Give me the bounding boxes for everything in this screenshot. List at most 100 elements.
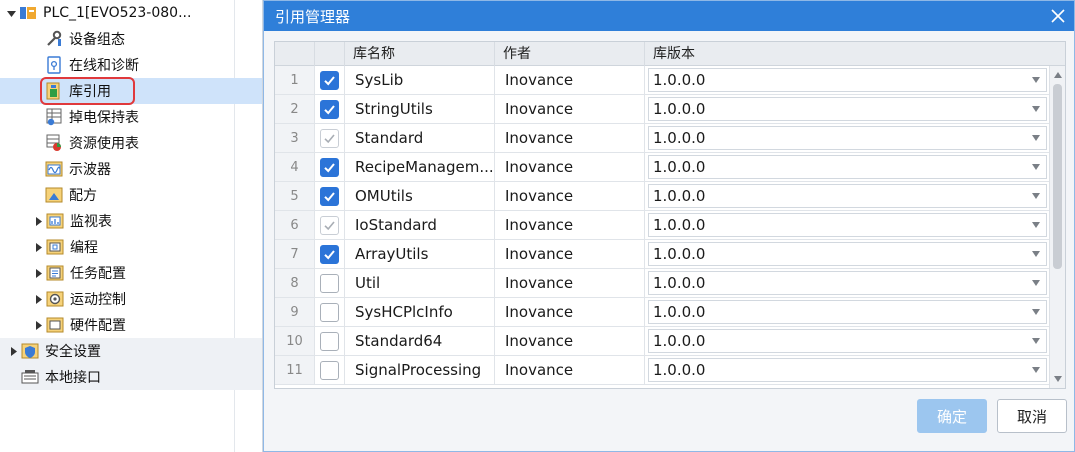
dropdown-arrow-icon[interactable] — [1032, 367, 1040, 373]
expand-right-icon[interactable] — [33, 294, 43, 304]
tree-item-task-config[interactable]: 任务配置 — [0, 260, 262, 286]
header-author[interactable]: 作者 — [495, 42, 645, 66]
version-dropdown[interactable]: 1.0.0.0 — [648, 126, 1047, 150]
library-checkbox[interactable] — [320, 302, 339, 322]
dropdown-arrow-icon[interactable] — [1032, 193, 1040, 199]
version-dropdown[interactable]: 1.0.0.0 — [648, 358, 1047, 382]
checkmark-icon — [324, 162, 335, 172]
tree-item-plc[interactable]: PLC_1[EVO523-080... — [0, 0, 262, 26]
dropdown-arrow-icon[interactable] — [1032, 77, 1040, 83]
expand-down-icon[interactable] — [6, 8, 16, 18]
version-dropdown[interactable]: 1.0.0.0 — [648, 329, 1047, 353]
scrollbar-thumb[interactable] — [1053, 84, 1062, 269]
expand-right-icon[interactable] — [33, 242, 43, 252]
row-number: 9 — [275, 298, 315, 327]
checkmark-icon — [324, 104, 335, 114]
tree-item-programming[interactable]: 编程 — [0, 234, 262, 260]
checkbox-cell — [315, 153, 345, 182]
header-library-version[interactable]: 库版本 — [645, 42, 1065, 66]
table-row[interactable]: 6 IoStandard Inovance 1.0.0.0 — [275, 211, 1051, 240]
tree-item-device-config[interactable]: 设备组态 — [0, 26, 262, 52]
version-cell: 1.0.0.0 — [645, 153, 1051, 182]
row-number: 10 — [275, 327, 315, 356]
expand-right-icon[interactable] — [33, 320, 43, 330]
version-dropdown[interactable]: 1.0.0.0 — [648, 68, 1047, 92]
version-dropdown[interactable]: 1.0.0.0 — [648, 184, 1047, 208]
author-cell: Inovance — [495, 269, 645, 298]
table-row[interactable]: 5 OMUtils Inovance 1.0.0.0 — [275, 182, 1051, 211]
dialog-title-bar: 引用管理器 — [264, 1, 1074, 31]
dropdown-arrow-icon[interactable] — [1032, 106, 1040, 112]
version-value: 1.0.0.0 — [653, 129, 706, 147]
row-number: 5 — [275, 182, 315, 211]
tree-item-watch-table[interactable]: 监视表 — [0, 208, 262, 234]
checkmark-icon — [324, 249, 335, 259]
library-checkbox[interactable] — [320, 70, 339, 90]
table-row[interactable]: 9 SysHCPlcInfo Inovance 1.0.0.0 — [275, 298, 1051, 327]
tree-item-label: 配方 — [69, 188, 97, 204]
checkbox-cell — [315, 356, 345, 385]
table-row[interactable]: 8 Util Inovance 1.0.0.0 — [275, 269, 1051, 298]
library-name-cell: StringUtils — [345, 95, 495, 124]
dropdown-arrow-icon[interactable] — [1032, 309, 1040, 315]
table-row[interactable]: 7 ArrayUtils Inovance 1.0.0.0 — [275, 240, 1051, 269]
cancel-button[interactable]: 取消 — [997, 399, 1067, 433]
tree-item-oscilloscope[interactable]: 示波器 — [0, 156, 262, 182]
tree-item-label: 监视表 — [70, 214, 112, 230]
tree-item-hardware-config[interactable]: 硬件配置 — [0, 312, 262, 338]
header-num — [275, 42, 315, 66]
version-cell: 1.0.0.0 — [645, 327, 1051, 356]
version-dropdown[interactable]: 1.0.0.0 — [648, 97, 1047, 121]
table-row[interactable]: 2 StringUtils Inovance 1.0.0.0 — [275, 95, 1051, 124]
table-row[interactable]: 3 Standard Inovance 1.0.0.0 — [275, 124, 1051, 153]
dropdown-arrow-icon[interactable] — [1032, 280, 1040, 286]
expand-right-icon[interactable] — [33, 216, 43, 226]
scroll-down-arrow-icon[interactable] — [1054, 376, 1062, 382]
version-dropdown[interactable]: 1.0.0.0 — [648, 300, 1047, 324]
tree-item-recipe[interactable]: 配方 — [0, 182, 262, 208]
version-dropdown[interactable]: 1.0.0.0 — [648, 242, 1047, 266]
dropdown-arrow-icon[interactable] — [1032, 338, 1040, 344]
version-value: 1.0.0.0 — [653, 216, 706, 234]
ok-button[interactable]: 确定 — [917, 399, 987, 433]
library-checkbox[interactable] — [320, 360, 339, 380]
dropdown-arrow-icon[interactable] — [1032, 164, 1040, 170]
table-row[interactable]: 11 SignalProcessing Inovance 1.0.0.0 — [275, 356, 1051, 385]
version-dropdown[interactable]: 1.0.0.0 — [648, 155, 1047, 179]
header-library-name[interactable]: 库名称 — [345, 42, 495, 66]
dropdown-arrow-icon[interactable] — [1032, 251, 1040, 257]
dropdown-arrow-icon[interactable] — [1032, 222, 1040, 228]
tree-item-motion-control[interactable]: 运动控制 — [0, 286, 262, 312]
table-row[interactable]: 1 SysLib Inovance 1.0.0.0 — [275, 66, 1051, 95]
expand-right-icon[interactable] — [8, 346, 18, 356]
library-checkbox[interactable] — [320, 244, 339, 264]
table-row[interactable]: 4 RecipeManagem... Inovance 1.0.0.0 — [275, 153, 1051, 182]
library-checkbox[interactable] — [320, 331, 339, 351]
tree-item-label: 运动控制 — [70, 292, 126, 308]
device-config-icon — [45, 30, 63, 48]
tree-item-online-diagnostics[interactable]: 在线和诊断 — [0, 52, 262, 78]
table-row[interactable]: 10 Standard64 Inovance 1.0.0.0 — [275, 327, 1051, 356]
version-cell: 1.0.0.0 — [645, 298, 1051, 327]
library-checkbox[interactable] — [320, 99, 339, 119]
tree-item-local-interface[interactable]: 本地接口 — [0, 364, 262, 390]
library-checkbox[interactable] — [320, 157, 339, 177]
library-checkbox — [320, 215, 339, 235]
library-checkbox[interactable] — [320, 186, 339, 206]
scroll-up-arrow-icon[interactable] — [1054, 72, 1062, 78]
vertical-scrollbar[interactable] — [1049, 66, 1065, 388]
close-icon[interactable] — [1048, 6, 1068, 26]
author-cell: Inovance — [495, 182, 645, 211]
tree-item-security-settings[interactable]: 安全设置 — [0, 338, 262, 364]
header-check — [315, 42, 345, 66]
version-dropdown[interactable]: 1.0.0.0 — [648, 213, 1047, 237]
expand-right-icon[interactable] — [33, 268, 43, 278]
tree-item-power-retain-table[interactable]: 掉电保持表 — [0, 104, 262, 130]
version-cell: 1.0.0.0 — [645, 124, 1051, 153]
version-dropdown[interactable]: 1.0.0.0 — [648, 271, 1047, 295]
library-checkbox[interactable] — [320, 273, 339, 293]
task-config-icon — [46, 264, 64, 282]
tree-item-resource-usage[interactable]: 资源使用表 — [0, 130, 262, 156]
dropdown-arrow-icon[interactable] — [1032, 135, 1040, 141]
checkbox-cell — [315, 95, 345, 124]
